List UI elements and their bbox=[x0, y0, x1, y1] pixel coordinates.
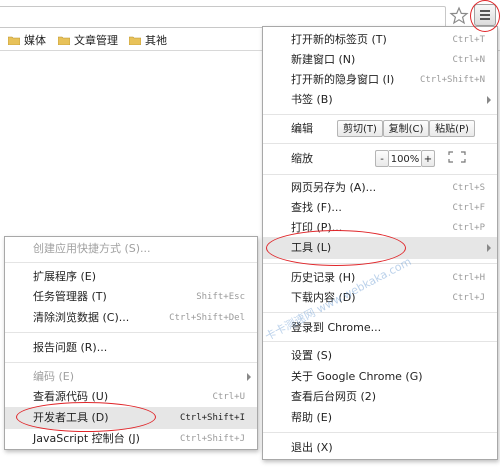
menu-item-label: 查看源代码 (U) bbox=[33, 390, 109, 403]
menu-separator bbox=[5, 262, 257, 263]
menu-separator bbox=[263, 432, 497, 433]
menu-item-shortcut: Ctrl+Shift+Del bbox=[169, 313, 245, 323]
menu-item-print[interactable]: 打印 (P)... Ctrl+P bbox=[263, 217, 497, 239]
paste-button[interactable]: 粘贴(P) bbox=[429, 120, 475, 137]
menu-item-settings[interactable]: 设置 (S) bbox=[263, 345, 497, 367]
hamburger-menu-icon[interactable] bbox=[474, 4, 496, 26]
menu-separator bbox=[263, 263, 497, 264]
chrome-main-menu: 打开新的标签页 (T) Ctrl+T 新建窗口 (N) Ctrl+N 打开新的隐… bbox=[262, 26, 498, 460]
bookmark-folder-media[interactable]: 媒体 bbox=[8, 32, 46, 48]
submenu-item-js-console[interactable]: JavaScript 控制台 (J) Ctrl+Shift+J bbox=[5, 428, 257, 450]
zoom-value: 100% bbox=[389, 150, 421, 167]
fullscreen-icon[interactable] bbox=[445, 150, 469, 167]
chevron-right-icon bbox=[487, 244, 491, 252]
menu-item-label: 工具 (L) bbox=[291, 241, 332, 254]
menu-item-shortcut: Shift+Esc bbox=[196, 292, 245, 302]
menu-item-new-incognito[interactable]: 打开新的隐身窗口 (I) Ctrl+Shift+N bbox=[263, 69, 497, 91]
menu-item-label: 打开新的隐身窗口 (I) bbox=[291, 73, 395, 86]
tools-submenu: 创建应用快捷方式 (S)... 扩展程序 (E) 任务管理器 (T) Shift… bbox=[4, 236, 258, 450]
menu-item-label: 退出 (X) bbox=[291, 441, 333, 454]
menu-separator bbox=[5, 332, 257, 333]
cut-button[interactable]: 剪切(T) bbox=[337, 120, 383, 137]
menu-item-new-tab[interactable]: 打开新的标签页 (T) Ctrl+T bbox=[263, 29, 497, 51]
menu-item-label: 打开新的标签页 (T) bbox=[291, 33, 387, 46]
menu-item-label: 打印 (P)... bbox=[291, 221, 343, 234]
copy-button[interactable]: 复制(C) bbox=[383, 120, 429, 137]
menu-item-shortcut: Ctrl+U bbox=[212, 392, 245, 402]
menu-item-label: 编码 (E) bbox=[33, 370, 75, 383]
menu-item-shortcut: Ctrl+Shift+N bbox=[419, 75, 485, 85]
chevron-right-icon bbox=[487, 96, 491, 104]
submenu-item-clear-data[interactable]: 清除浏览数据 (C)... Ctrl+Shift+Del bbox=[5, 307, 257, 329]
menu-item-label: 报告问题 (R)... bbox=[33, 341, 108, 354]
menu-item-new-window[interactable]: 新建窗口 (N) Ctrl+N bbox=[263, 49, 497, 71]
bookmark-folder-articles[interactable]: 文章管理 bbox=[58, 32, 118, 48]
menu-item-label: 查找 (F)... bbox=[291, 201, 342, 214]
folder-icon bbox=[129, 36, 141, 45]
menu-separator bbox=[263, 143, 497, 144]
menu-item-label: 查看后台网页 (2) bbox=[291, 390, 377, 403]
menu-item-shortcut: Ctrl+J bbox=[452, 293, 485, 303]
zoom-in-button[interactable]: + bbox=[421, 150, 435, 167]
menu-item-shortcut: Ctrl+Shift+I bbox=[179, 413, 245, 423]
menu-item-about[interactable]: 关于 Google Chrome (G) bbox=[263, 366, 497, 388]
folder-icon bbox=[8, 36, 20, 45]
chevron-right-icon bbox=[247, 373, 251, 381]
menu-item-label: 扩展程序 (E) bbox=[33, 270, 97, 283]
menu-item-shortcut: Ctrl+H bbox=[452, 273, 485, 283]
submenu-item-report-issue[interactable]: 报告问题 (R)... bbox=[5, 337, 257, 359]
folder-icon bbox=[58, 36, 70, 45]
menu-item-label: 书签 (B) bbox=[291, 93, 333, 106]
menu-item-label: 任务管理器 (T) bbox=[33, 290, 107, 303]
zoom-label: 缩放 bbox=[291, 152, 313, 165]
menu-separator bbox=[5, 362, 257, 363]
menu-item-find[interactable]: 查找 (F)... Ctrl+F bbox=[263, 197, 497, 219]
menu-item-shortcut: Ctrl+T bbox=[452, 35, 485, 45]
bookmark-label: 其祂 bbox=[145, 34, 167, 47]
star-icon[interactable] bbox=[449, 6, 469, 26]
menu-item-bookmarks[interactable]: 书签 (B) bbox=[263, 89, 497, 111]
menu-item-exit[interactable]: 退出 (X) bbox=[263, 437, 497, 459]
zoom-out-button[interactable]: - bbox=[375, 150, 389, 167]
menu-item-shortcut: Ctrl+Shift+J bbox=[179, 434, 245, 444]
submenu-item-extensions[interactable]: 扩展程序 (E) bbox=[5, 266, 257, 288]
submenu-item-create-shortcuts[interactable]: 创建应用快捷方式 (S)... bbox=[5, 238, 257, 260]
omnibox[interactable] bbox=[0, 6, 446, 28]
edit-label: 编辑 bbox=[291, 122, 313, 135]
menu-item-label: 清除浏览数据 (C)... bbox=[33, 311, 130, 324]
bookmark-label: 文章管理 bbox=[74, 34, 118, 47]
bookmark-label: 媒体 bbox=[24, 34, 46, 47]
menu-separator bbox=[263, 114, 497, 115]
menu-separator bbox=[263, 174, 497, 175]
menu-separator bbox=[263, 341, 497, 342]
menu-item-tools[interactable]: 工具 (L) bbox=[263, 237, 497, 259]
submenu-item-encoding[interactable]: 编码 (E) bbox=[5, 366, 257, 388]
menu-item-downloads[interactable]: 下载内容 (D) Ctrl+J bbox=[263, 287, 497, 309]
submenu-item-view-source[interactable]: 查看源代码 (U) Ctrl+U bbox=[5, 386, 257, 408]
menu-item-shortcut: Ctrl+F bbox=[452, 203, 485, 213]
bookmark-folder-other[interactable]: 其祂 bbox=[129, 32, 167, 48]
menu-item-help[interactable]: 帮助 (E) bbox=[263, 407, 497, 429]
menu-item-label: 开发者工具 (D) bbox=[33, 411, 109, 424]
menu-item-label: 设置 (S) bbox=[291, 349, 333, 362]
menu-item-background-pages[interactable]: 查看后台网页 (2) bbox=[263, 386, 497, 408]
menu-item-shortcut: Ctrl+N bbox=[452, 55, 485, 65]
menu-item-label: 关于 Google Chrome (G) bbox=[291, 370, 423, 383]
menu-row-zoom: 缩放 - 100% + bbox=[263, 148, 497, 170]
menu-item-save-as[interactable]: 网页另存为 (A)... Ctrl+S bbox=[263, 177, 497, 199]
submenu-item-dev-tools[interactable]: 开发者工具 (D) Ctrl+Shift+I bbox=[5, 407, 257, 429]
menu-item-label: JavaScript 控制台 (J) bbox=[33, 432, 140, 445]
menu-item-label: 创建应用快捷方式 (S)... bbox=[33, 242, 151, 255]
submenu-item-task-manager[interactable]: 任务管理器 (T) Shift+Esc bbox=[5, 286, 257, 308]
menu-item-shortcut: Ctrl+P bbox=[452, 223, 485, 233]
menu-item-label: 网页另存为 (A)... bbox=[291, 181, 377, 194]
menu-item-label: 帮助 (E) bbox=[291, 411, 333, 424]
menu-item-label: 新建窗口 (N) bbox=[291, 53, 356, 66]
menu-row-edit: 编辑 剪切(T) 复制(C) 粘贴(P) bbox=[263, 118, 497, 140]
menu-item-shortcut: Ctrl+S bbox=[452, 183, 485, 193]
